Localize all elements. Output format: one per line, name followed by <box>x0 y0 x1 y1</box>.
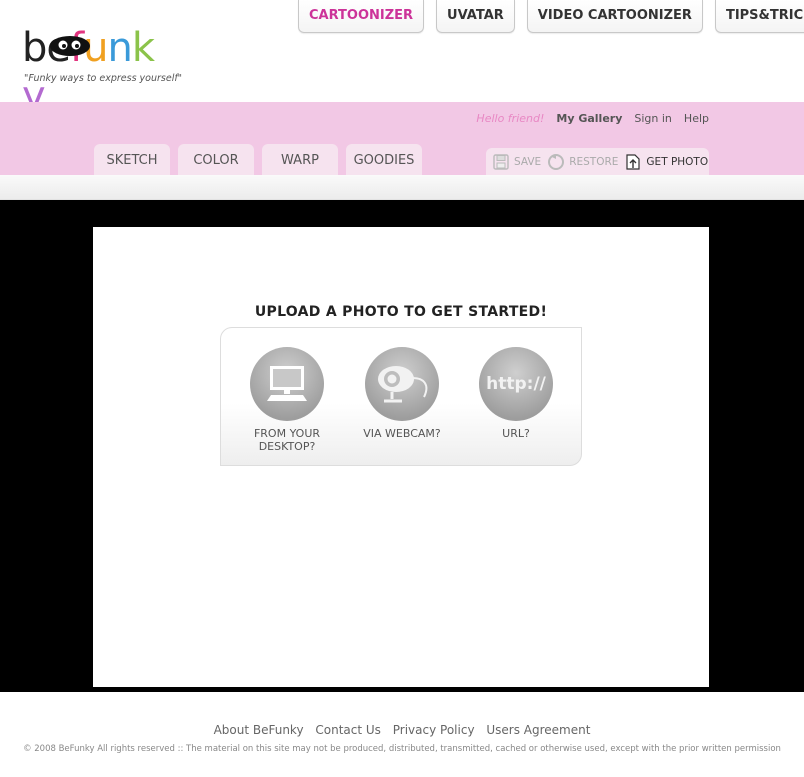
footer-links: About BeFunky Contact Us Privacy Policy … <box>0 723 804 737</box>
footer-link-agreement[interactable]: Users Agreement <box>486 723 590 737</box>
toolbar-band: Hello friend! My Gallery Sign in Help SK… <box>0 102 804 175</box>
help-link[interactable]: Help <box>684 112 709 125</box>
restore-label: RESTORE <box>569 155 619 168</box>
restore-button[interactable]: RESTORE <box>547 153 618 171</box>
save-label: SAVE <box>514 155 542 168</box>
desktop-label: FROM YOUR DESKTOP? <box>253 427 321 453</box>
get-photo-label: GET PHOTO <box>646 155 709 168</box>
upload-options: FROM YOUR DESKTOP? VIA WEBCAM? http:// U… <box>220 327 582 466</box>
desktop-circle <box>250 347 324 421</box>
footer-link-about[interactable]: About BeFunky <box>214 723 304 737</box>
user-links: Hello friend! My Gallery Sign in Help <box>476 112 709 125</box>
get-photo-button[interactable]: GET PHOTO <box>624 153 708 171</box>
editor-stage: UPLOAD A PHOTO TO GET STARTED! FROM YOUR… <box>0 200 804 692</box>
upload-desktop-option[interactable]: FROM YOUR DESKTOP? <box>232 347 342 453</box>
upload-title: UPLOAD A PHOTO TO GET STARTED! <box>254 304 548 320</box>
befunky-logo[interactable]: befunky "Funky ways to express yourself" <box>22 24 182 119</box>
header: befunky "Funky ways to express yourself"… <box>0 0 804 119</box>
tool-tabs: SKETCH COLOR WARP GOODIES <box>94 144 422 175</box>
restore-icon <box>548 153 565 170</box>
top-nav: CARTOONIZER UVATAR VIDEO CARTOONIZER TIP… <box>298 0 804 33</box>
computer-monitor-icon <box>267 366 307 401</box>
floppy-disk-icon <box>493 153 509 170</box>
webcam-label: VIA WEBCAM? <box>363 427 441 440</box>
my-gallery-link[interactable]: My Gallery <box>556 112 622 125</box>
url-icon: http:// <box>486 374 546 394</box>
toolbar-strip <box>0 175 804 200</box>
upload-webcam-option[interactable]: VIA WEBCAM? <box>347 347 457 440</box>
sign-in-link[interactable]: Sign in <box>634 112 672 125</box>
tagline: "Funky ways to express yourself" <box>24 73 183 84</box>
upload-url-option[interactable]: http:// URL? <box>461 347 571 440</box>
top-tab-uvatar[interactable]: UVATAR <box>436 0 515 33</box>
top-tab-video-cartoonizer[interactable]: VIDEO CARTOONIZER <box>526 0 703 33</box>
photo-canvas: UPLOAD A PHOTO TO GET STARTED! FROM YOUR… <box>93 227 709 687</box>
tab-goodies[interactable]: GOODIES <box>346 144 422 175</box>
greeting: Hello friend! <box>476 112 545 125</box>
top-tab-cartoonizer[interactable]: CARTOONIZER <box>298 0 425 33</box>
footer-link-privacy[interactable]: Privacy Policy <box>393 723 475 737</box>
logo-eyes-icon <box>50 36 90 56</box>
save-button[interactable]: SAVE <box>492 153 541 171</box>
webcam-icon <box>378 366 428 403</box>
footer-link-contact[interactable]: Contact Us <box>315 723 381 737</box>
webcam-circle <box>365 347 439 421</box>
get-photo-icon <box>626 153 641 170</box>
photo-actions: SAVE RESTORE GET PHOTO <box>486 148 709 175</box>
copyright-notice: © 2008 BeFunky All rights reserved :: Th… <box>23 744 781 754</box>
tab-sketch[interactable]: SKETCH <box>94 144 170 175</box>
url-label: URL? <box>502 427 530 440</box>
top-tab-tips-tricks[interactable]: TIPS&TRICKS <box>714 0 804 33</box>
tab-warp[interactable]: WARP <box>262 144 338 175</box>
tab-color[interactable]: COLOR <box>178 144 254 175</box>
url-circle: http:// <box>479 347 553 421</box>
